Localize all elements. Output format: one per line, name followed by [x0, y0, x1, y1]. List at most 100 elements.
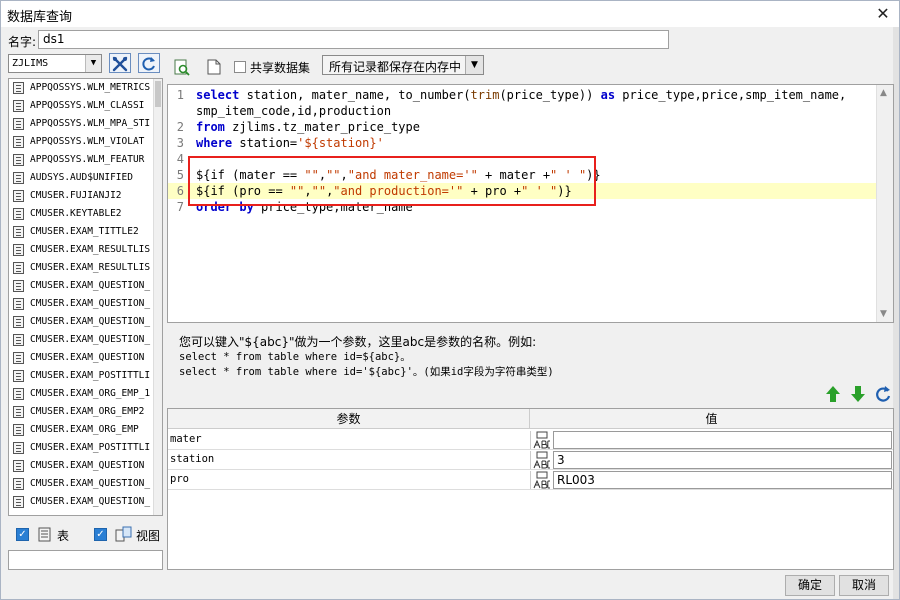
ok-button[interactable]: 确定 — [785, 575, 835, 596]
table-list-item[interactable]: CMUSER.EXAM_QUESTION — [9, 349, 154, 367]
type-picker-icon[interactable] — [530, 431, 552, 449]
table-list-item-label: AUDSYS.AUD$UNIFIED — [30, 172, 133, 183]
param-hint-line-1: 您可以键入"${abc}"做为一个参数，这里abc是参数的名称。例如: — [179, 335, 537, 349]
table-list-item[interactable]: APPQOSSYS.WLM_CLASSI — [9, 97, 154, 115]
scrollbar-thumb[interactable] — [155, 81, 161, 107]
table-list-item[interactable]: CMUSER.EXAM_QUESTION_ — [9, 331, 154, 349]
code-token: station, mater_name, to_number( — [239, 88, 471, 102]
table-icon — [13, 388, 24, 400]
code-token: from — [196, 120, 225, 134]
parameter-value-input[interactable] — [553, 431, 892, 449]
code-line: 2 from zjlims.tz_mater_price_type — [168, 119, 876, 135]
table-list-item-label: CMUSER.EXAM_RESULTLIS — [30, 244, 151, 255]
parameter-value-input[interactable]: RL003 — [553, 471, 892, 489]
type-picker-icon[interactable] — [530, 471, 552, 489]
abc-type-icon — [533, 431, 550, 449]
parameter-value-input[interactable]: 3 — [553, 451, 892, 469]
scroll-up-icon[interactable]: ▲ — [880, 88, 887, 98]
parameter-row: station 3 — [168, 450, 893, 470]
table-icon — [13, 136, 24, 148]
table-filter-label: 表 — [57, 529, 70, 543]
table-list-item[interactable]: CMUSER.EXAM_ORG_EMP — [9, 421, 154, 439]
refresh-button[interactable] — [138, 53, 160, 73]
record-storage-select[interactable]: 所有记录都保存在内存中 ▼ — [322, 55, 484, 75]
database-select-value: ZJLIMS — [12, 58, 49, 69]
code-token: smp_item_code,id,production — [196, 104, 392, 118]
new-document-icon[interactable] — [207, 59, 221, 75]
table-checkbox[interactable]: ✓ — [16, 528, 29, 541]
table-icon — [13, 208, 24, 220]
chevron-down-icon[interactable]: ▼ — [85, 55, 101, 72]
table-icon — [13, 478, 24, 490]
table-list-item[interactable]: CMUSER.EXAM_QUESTION_ — [9, 475, 154, 493]
table-list-item[interactable]: CMUSER.EXAM_QUESTION_ — [9, 295, 154, 313]
code-token: zjlims.tz_mater_price_type — [224, 120, 420, 134]
code-text: select station, mater_name, to_number(tr… — [196, 87, 846, 103]
title-bar: 数据库查询 ✕ — [1, 1, 899, 27]
table-list-scrollbar[interactable] — [153, 79, 162, 515]
table-list-item[interactable]: APPQOSSYS.WLM_METRICS — [9, 79, 154, 97]
view-checkbox[interactable]: ✓ — [94, 528, 107, 541]
scroll-down-icon[interactable]: ▼ — [880, 309, 887, 319]
line-number: 4 — [176, 152, 184, 166]
table-list-item-label: CMUSER.EXAM_ORG_EMP_1 — [30, 388, 151, 399]
line-number: 2 — [176, 120, 184, 134]
table-list-item[interactable]: CMUSER.EXAM_POSTITTLI — [9, 439, 154, 457]
table-list-item-label: APPQOSSYS.WLM_FEATUR — [30, 154, 145, 165]
table-list-item[interactable]: CMUSER.EXAM_QUESTION_ — [9, 313, 154, 331]
table-list-item-label: CMUSER.EXAM_TITTLE2 — [30, 226, 139, 237]
param-hint-line-2: select * from table where id=${abc}。 — [179, 351, 411, 363]
move-up-icon[interactable] — [824, 385, 842, 403]
table-icon — [13, 352, 24, 364]
table-list-item[interactable]: CMUSER.EXAM_QUESTION — [9, 457, 154, 475]
database-select[interactable]: ZJLIMS ▼ — [8, 54, 102, 73]
name-label: 名字: — [8, 35, 37, 49]
table-list-item[interactable]: CMUSER.EXAM_RESULTLIS — [9, 259, 154, 277]
line-number: 3 — [176, 136, 184, 150]
type-picker-icon[interactable] — [530, 451, 552, 469]
table-icon — [13, 316, 24, 328]
line-number: 5 — [176, 168, 184, 182]
preview-icon[interactable] — [174, 59, 191, 76]
table-list-item-label: CMUSER.FUJIANJI2 — [30, 190, 122, 201]
table-icon — [13, 334, 24, 346]
connection-settings-button[interactable] — [109, 53, 131, 73]
code-token: as — [600, 88, 616, 102]
table-search-input[interactable] — [8, 550, 163, 570]
table-list[interactable]: APPQOSSYS.WLM_METRICS APPQOSSYS.WLM_CLASS… — [8, 78, 163, 516]
table-list-item[interactable]: AUDSYS.AUD$UNIFIED — [9, 169, 154, 187]
move-down-icon[interactable] — [849, 385, 867, 403]
table-list-item[interactable]: CMUSER.EXAM_QUESTION_ — [9, 277, 154, 295]
chevron-down-icon[interactable]: ▼ — [465, 56, 483, 74]
table-list-item[interactable]: APPQOSSYS.WLM_FEATUR — [9, 151, 154, 169]
table-list-item[interactable]: CMUSER.KEYTABLE2 — [9, 205, 154, 223]
table-icon — [13, 226, 24, 238]
line-number: 1 — [176, 88, 184, 102]
table-list-item[interactable]: APPQOSSYS.WLM_VIOLAT — [9, 133, 154, 151]
table-list-item[interactable]: APPQOSSYS.WLM_MPA_STI — [9, 115, 154, 133]
table-list-item-label: CMUSER.EXAM_QUESTION — [30, 352, 145, 363]
name-input[interactable]: ds1 — [38, 30, 669, 49]
refresh-params-icon[interactable] — [874, 385, 892, 403]
table-icon — [13, 496, 24, 508]
table-list-item-label: APPQOSSYS.WLM_VIOLAT — [30, 136, 145, 147]
table-list-item[interactable]: CMUSER.EXAM_POSTITTLI — [9, 367, 154, 385]
table-list-item-label: APPQOSSYS.WLM_METRICS — [30, 82, 151, 93]
parameter-row: mater — [168, 430, 893, 450]
editor-scrollbar[interactable]: ▲ ▼ — [876, 85, 893, 322]
column-header-value: 值 — [705, 412, 718, 426]
table-list-item[interactable]: CMUSER.FUJIANJI2 — [9, 187, 154, 205]
share-dataset-checkbox[interactable] — [234, 61, 246, 73]
table-list-item[interactable]: CMUSER.EXAM_TITTLE2 — [9, 223, 154, 241]
table-list-item-label: CMUSER.EXAM_ORG_EMP2 — [30, 406, 145, 417]
table-list-item[interactable]: CMUSER.EXAM_QUESTION_ — [9, 493, 154, 511]
table-list-item[interactable]: CMUSER.EXAM_ORG_EMP2 — [9, 403, 154, 421]
parameter-table: 参数 值 mater station 3 pro RL003 — [167, 408, 894, 570]
table-list-item-label: APPQOSSYS.WLM_CLASSI — [30, 100, 145, 111]
table-list-item[interactable]: CMUSER.EXAM_RESULTLIS — [9, 241, 154, 259]
cancel-button[interactable]: 取消 — [839, 575, 889, 596]
table-list-item[interactable]: CMUSER.EXAM_ORG_EMP_1 — [9, 385, 154, 403]
code-text: where station='${station}' — [196, 135, 384, 151]
close-icon[interactable]: ✕ — [867, 1, 899, 27]
parameter-name: pro — [170, 473, 189, 485]
